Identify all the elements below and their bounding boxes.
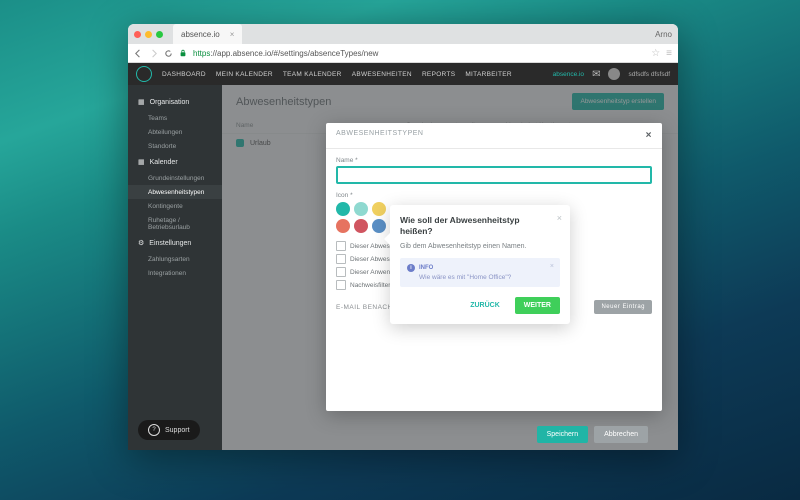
app-logo-icon[interactable]: [136, 66, 152, 82]
checkbox-icon: [336, 241, 346, 251]
close-icon[interactable]: ×: [550, 263, 554, 270]
main-content: Abwesenheitstypen Abwesenheitstyp erstel…: [222, 85, 678, 450]
close-tab-icon[interactable]: ×: [230, 30, 235, 39]
back-button[interactable]: ZURÜCK: [461, 297, 509, 314]
sidebar-item-departments[interactable]: Abteilungen: [128, 125, 222, 139]
support-button[interactable]: ?Support: [138, 420, 200, 440]
icon-option[interactable]: [354, 219, 368, 233]
help-icon: ?: [148, 424, 160, 436]
user-name[interactable]: sdfsdfs dfsfsdf: [628, 71, 670, 78]
next-button[interactable]: WEITER: [515, 297, 560, 314]
brand-link[interactable]: absence.io: [553, 71, 584, 78]
icon-option[interactable]: [354, 202, 368, 216]
add-entry-button[interactable]: Neuer Eintrag: [594, 300, 652, 314]
sidebar-item-integrations[interactable]: Integrationen: [128, 266, 222, 280]
menu-icon[interactable]: ≡: [666, 48, 672, 59]
name-label: Name *: [336, 157, 652, 164]
browser-tab[interactable]: absence.io ×: [173, 24, 242, 44]
bookmark-icon[interactable]: ☆: [651, 48, 660, 59]
tab-title: absence.io: [181, 30, 220, 39]
tooltip-arrow-icon: [384, 233, 390, 245]
sidebar-item-teams[interactable]: Teams: [128, 111, 222, 125]
close-icon[interactable]: ×: [557, 213, 562, 223]
url-text[interactable]: https://app.absence.io/#/settings/absenc…: [193, 49, 645, 58]
sidebar-group-org[interactable]: ▦ Organisation: [128, 93, 222, 111]
sidebar-group-calendar[interactable]: ▦ Kalender: [128, 153, 222, 171]
sidebar-item-holidays[interactable]: Ruhetage / Betriebsurlaub: [128, 213, 222, 234]
tooltip-body: Gib dem Abwesenheitstyp einen Namen.: [400, 243, 560, 250]
desktop-wallpaper: absence.io × Arno https://app.absence.io…: [0, 0, 800, 500]
mail-icon[interactable]: ✉: [592, 69, 600, 80]
browser-tabbar: absence.io × Arno: [128, 24, 678, 44]
sidebar-item-quotas[interactable]: Kontingente: [128, 199, 222, 213]
tooltip-title: Wie soll der Abwesenheitstyp heißen?: [400, 215, 560, 237]
minimize-window-icon[interactable]: [145, 31, 152, 38]
lock-icon: [179, 49, 187, 57]
icon-option[interactable]: [372, 202, 386, 216]
maximize-window-icon[interactable]: [156, 31, 163, 38]
icon-label: Icon *: [336, 192, 652, 199]
checkbox-icon: [336, 267, 346, 277]
cancel-button[interactable]: Abbrechen: [594, 426, 648, 443]
sidebar-item-absence-types[interactable]: Abwesenheitstypen: [128, 185, 222, 199]
url-bar: https://app.absence.io/#/settings/absenc…: [128, 44, 678, 63]
icon-option[interactable]: [372, 219, 386, 233]
info-icon: i: [407, 264, 415, 272]
browser-profile[interactable]: Arno: [655, 30, 672, 39]
tooltip-info-box: × iINFO Wie wäre es mit "Home Office"?: [400, 258, 560, 287]
save-button[interactable]: Speichern: [537, 426, 589, 443]
close-window-icon[interactable]: [134, 31, 141, 38]
window-controls[interactable]: [134, 31, 163, 38]
nav-dashboard[interactable]: DASHBOARD: [162, 71, 206, 78]
sidebar-item-payments[interactable]: Zahlungsarten: [128, 252, 222, 266]
back-icon[interactable]: [134, 49, 143, 58]
name-input[interactable]: [336, 166, 652, 184]
top-nav: DASHBOARD MEIN KALENDER TEAM KALENDER AB…: [128, 63, 678, 85]
sidebar-item-locations[interactable]: Standorte: [128, 139, 222, 153]
sidebar: ▦ Organisation Teams Abteilungen Standor…: [128, 85, 222, 450]
sidebar-group-settings[interactable]: ⚙ Einstellungen: [128, 234, 222, 252]
icon-option[interactable]: [336, 219, 350, 233]
nav-absences[interactable]: ABWESENHEITEN: [352, 71, 412, 78]
close-icon[interactable]: ×: [646, 130, 652, 141]
sidebar-item-basesettings[interactable]: Grundeinstellungen: [128, 171, 222, 185]
reload-icon[interactable]: [164, 49, 173, 58]
nav-team-calendar[interactable]: TEAM KALENDER: [283, 71, 342, 78]
avatar[interactable]: [608, 68, 620, 80]
app-root: DASHBOARD MEIN KALENDER TEAM KALENDER AB…: [128, 63, 678, 450]
modal-title: ABWESENHEITSTYPEN: [336, 130, 423, 141]
onboarding-tooltip: × Wie soll der Abwesenheitstyp heißen? G…: [390, 205, 570, 324]
nav-my-calendar[interactable]: MEIN KALENDER: [216, 71, 273, 78]
tooltip-info-text: Wie wäre es mit "Home Office"?: [419, 274, 553, 281]
checkbox-icon: [336, 280, 346, 290]
icon-option[interactable]: [336, 202, 350, 216]
checkbox-icon: [336, 254, 346, 264]
browser-window: absence.io × Arno https://app.absence.io…: [128, 24, 678, 450]
forward-icon[interactable]: [149, 49, 158, 58]
nav-reports[interactable]: REPORTS: [422, 71, 455, 78]
nav-employees[interactable]: MITARBEITER: [465, 71, 512, 78]
